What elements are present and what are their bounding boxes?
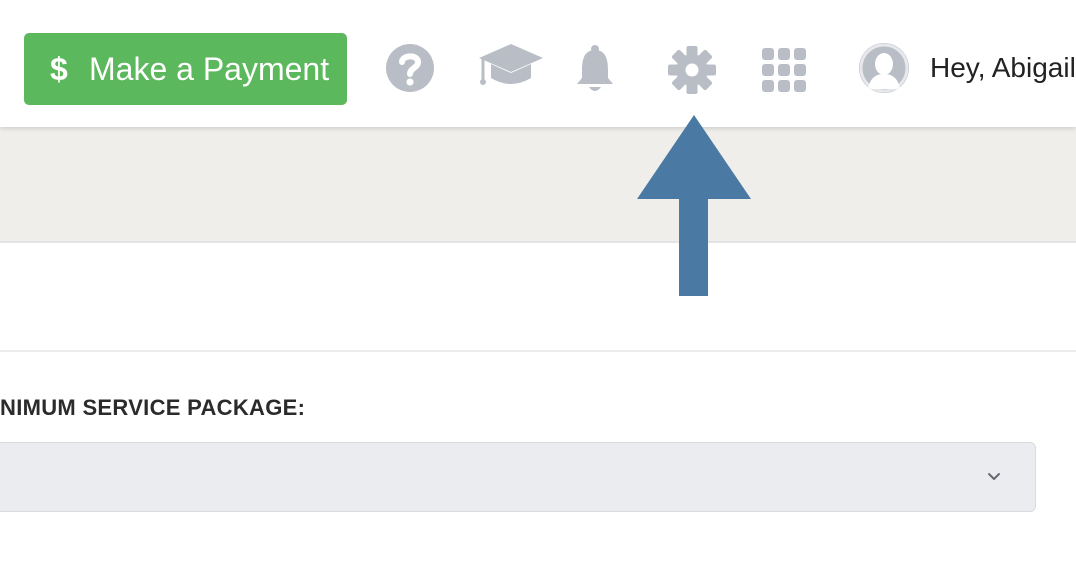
user-greeting[interactable]: Hey, Abigail bbox=[930, 44, 1076, 92]
service-package-select[interactable] bbox=[0, 442, 1036, 512]
bell-icon[interactable] bbox=[575, 44, 615, 96]
content-section bbox=[0, 243, 1076, 352]
page-banner bbox=[0, 127, 1076, 243]
make-payment-label: Make a Payment bbox=[89, 50, 330, 87]
dollar-icon: $ bbox=[50, 50, 68, 87]
graduation-cap-icon[interactable] bbox=[478, 42, 544, 90]
user-avatar-icon[interactable] bbox=[859, 43, 909, 93]
make-payment-button[interactable]: $ Make a Payment bbox=[24, 33, 347, 105]
app-grid-icon[interactable] bbox=[762, 48, 806, 92]
gear-icon[interactable] bbox=[667, 45, 717, 95]
arrow-up-icon bbox=[637, 115, 751, 302]
service-package-label: NIMUM SERVICE PACKAGE: bbox=[0, 395, 306, 420]
chevron-down-icon bbox=[987, 469, 1001, 487]
help-icon[interactable] bbox=[385, 43, 435, 93]
top-nav-bar: $ Make a Payment Hey, Abigail bbox=[0, 0, 1076, 127]
